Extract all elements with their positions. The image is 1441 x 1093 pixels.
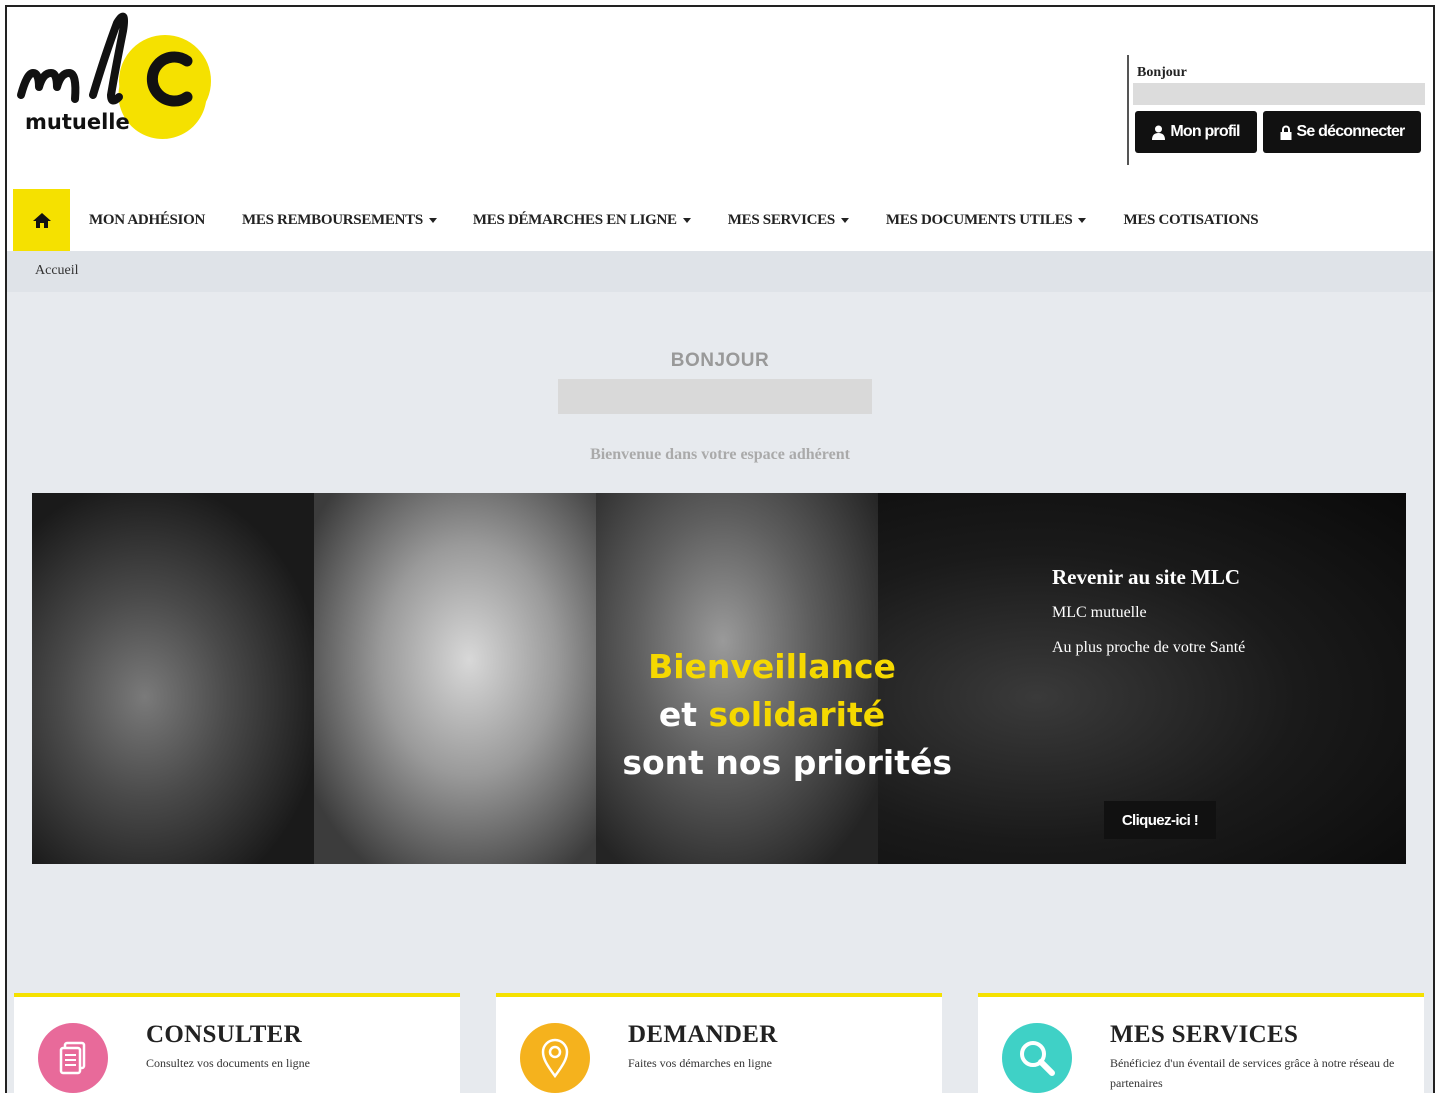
member-name-redacted — [558, 379, 872, 414]
promo-line-2: Au plus proche de votre Santé — [1052, 639, 1246, 656]
chevron-down-icon — [840, 217, 849, 223]
svg-text:mutuelle: mutuelle — [25, 110, 130, 134]
nav-home-button[interactable] — [13, 189, 70, 251]
nav-item-services[interactable]: MES SERVICES — [728, 212, 849, 229]
card-demander[interactable]: DEMANDER Faites vos démarches en ligne — [496, 993, 942, 1093]
card-title: MES SERVICES — [1110, 1021, 1299, 1048]
main-nav: MON ADHÉSION MES REMBOURSEMENTS MES DÉMA… — [7, 189, 1433, 251]
user-panel: Bonjour Mon profil Se déconnecter — [1127, 55, 1427, 165]
lock-icon — [1280, 125, 1292, 140]
user-greeting: Bonjour — [1137, 65, 1187, 80]
banner-slogan: Bienveillance et solidarité sont nos pri… — [592, 643, 952, 787]
document-icon — [38, 1023, 108, 1093]
logout-label: Se déconnecter — [1296, 123, 1406, 140]
chevron-down-icon — [1078, 217, 1087, 223]
mlc-logo[interactable]: mutuelle — [15, 11, 215, 143]
chevron-down-icon — [428, 217, 437, 223]
card-mes-services[interactable]: MES SERVICES Bénéficiez d'un éventail de… — [978, 993, 1424, 1093]
card-consulter[interactable]: CONSULTER Consultez vos documents en lig… — [14, 993, 460, 1093]
home-icon — [32, 212, 51, 228]
location-pin-icon — [520, 1023, 590, 1093]
card-subtitle: Bénéficiez d'un éventail de services grâ… — [1110, 1056, 1395, 1090]
nav-item-cotisations[interactable]: MES COTISATIONS — [1123, 212, 1258, 229]
promo-line-1: MLC mutuelle — [1052, 604, 1147, 621]
nav-item-adhesion[interactable]: MON ADHÉSION — [89, 212, 205, 229]
user-icon — [1152, 125, 1166, 140]
nav-item-demarches[interactable]: MES DÉMARCHES EN LIGNE — [473, 212, 691, 229]
main-content: BONJOUR Bienvenue dans votre espace adhé… — [7, 292, 1433, 1093]
hero-banner: Bienveillance et solidarité sont nos pri… — [32, 493, 1406, 864]
promo-title: Revenir au site MLC — [1052, 565, 1241, 589]
card-subtitle: Consultez vos documents en ligne — [146, 1056, 310, 1070]
logout-button[interactable]: Se déconnecter — [1263, 111, 1421, 153]
banner-cta-button[interactable]: Cliquez-ici ! — [1104, 801, 1216, 839]
banner-photo-mother-child — [314, 493, 596, 864]
nav-item-documents[interactable]: MES DOCUMENTS UTILES — [886, 212, 1087, 229]
slogan-line-3: sont nos priorités — [622, 743, 952, 782]
breadcrumb-current[interactable]: Accueil — [35, 263, 79, 279]
chevron-down-icon — [682, 217, 691, 223]
slogan-line-1: Bienveillance — [648, 647, 896, 686]
card-title: DEMANDER — [628, 1021, 778, 1048]
banner-photo-hands — [32, 493, 314, 864]
page-frame: mutuelle Bonjour Mon profil Se déconnect… — [5, 5, 1435, 1093]
welcome-text: Bienvenue dans votre espace adhérent — [590, 446, 850, 463]
user-name-redacted — [1133, 83, 1425, 105]
nav-item-remboursements[interactable]: MES REMBOURSEMENTS — [242, 212, 437, 229]
card-subtitle: Faites vos démarches en ligne — [628, 1056, 772, 1070]
my-profile-button[interactable]: Mon profil — [1135, 111, 1257, 153]
search-icon — [1002, 1023, 1072, 1093]
card-title: CONSULTER — [146, 1021, 302, 1048]
my-profile-label: Mon profil — [1170, 123, 1240, 140]
page-greeting: BONJOUR — [670, 350, 770, 371]
breadcrumb: Accueil — [7, 251, 1433, 292]
banner-promo: Revenir au site MLC MLC mutuelle Au plus… — [1052, 565, 1352, 839]
slogan-line-2: et solidarité — [658, 695, 886, 734]
